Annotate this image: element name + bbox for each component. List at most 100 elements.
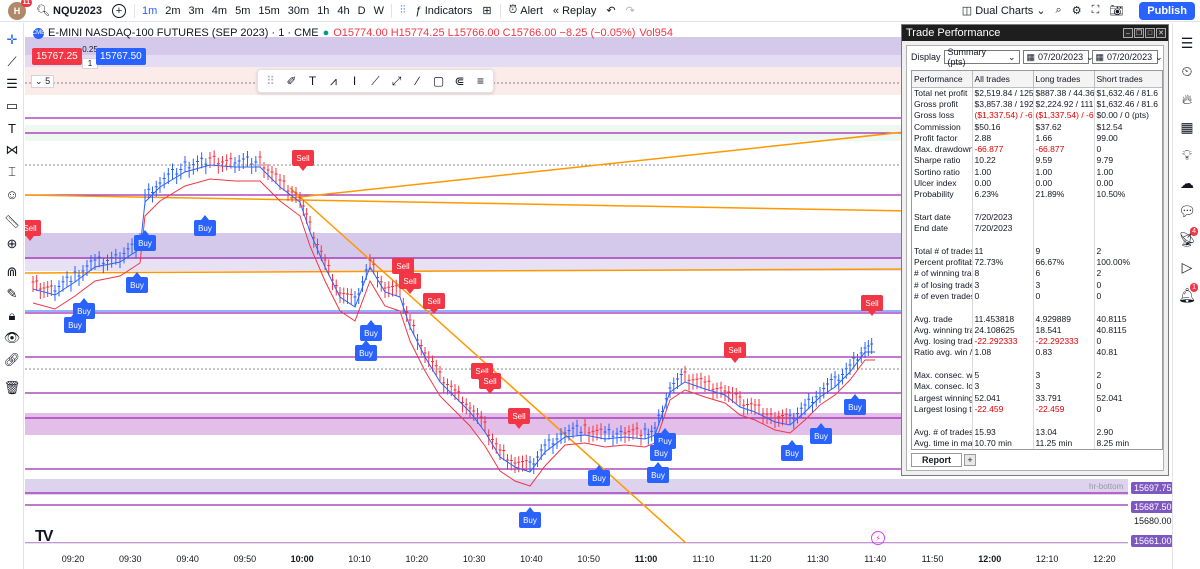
- sell-signal-marker[interactable]: Sell: [399, 273, 421, 294]
- tab-report[interactable]: Report: [911, 453, 962, 467]
- buy-price-button[interactable]: 15767.50: [96, 48, 146, 65]
- trade-performance-window[interactable]: Trade Performance – ❐ □ ✕ Display Summar…: [901, 24, 1169, 476]
- horizontal-lines-tool[interactable]: ☰: [0, 73, 24, 95]
- text-icon[interactable]: T: [304, 73, 321, 90]
- messages-icon[interactable]: 💬︎: [1173, 197, 1200, 225]
- crosshair-tool[interactable]: ✛: [0, 29, 24, 51]
- broadcast-icon[interactable]: 📡︎ 4: [1173, 225, 1200, 253]
- minimize-icon[interactable]: –: [1123, 28, 1133, 38]
- notifications-icon[interactable]: 🔔︎ 1: [1173, 281, 1200, 309]
- window-title-bar[interactable]: Trade Performance – ❐ □ ✕: [902, 25, 1168, 41]
- snapshot-button[interactable]: 📷︎: [1104, 0, 1128, 22]
- timeframe-2m[interactable]: 2m: [161, 0, 184, 22]
- dual-charts-button[interactable]: ◫ Dual Charts ⌄: [957, 0, 1051, 22]
- alerts-clock-icon[interactable]: ⏲︎: [1173, 57, 1200, 85]
- lightning-icon[interactable]: ⚡︎: [871, 531, 885, 545]
- buy-signal-marker[interactable]: Buy: [781, 440, 803, 461]
- account-avatar[interactable]: H 11: [0, 0, 32, 22]
- magnet-tool[interactable]: ⋒: [0, 261, 24, 283]
- close-icon[interactable]: ✕: [1156, 28, 1166, 38]
- symbol-name: NQU2023: [53, 4, 102, 17]
- column-header[interactable]: Long trades: [1033, 71, 1095, 88]
- drag-handle-icon[interactable]: ⠿: [262, 73, 279, 90]
- buy-signal-marker[interactable]: Buy: [126, 272, 148, 293]
- timeframe-W[interactable]: W: [370, 0, 388, 22]
- measure-tool[interactable]: ⌶: [0, 161, 24, 183]
- brush-icon[interactable]: ✐: [283, 73, 300, 90]
- timeframe-1m[interactable]: 1m: [138, 0, 161, 22]
- display-select[interactable]: Summary (pts) ⌄: [943, 47, 1020, 67]
- text-cursor-icon[interactable]: I: [346, 73, 363, 90]
- time-axis[interactable]: 09:20 09:30 09:40 09:50 10:00 10:10 10:20 10:30…: [25, 543, 1128, 569]
- segment-icon[interactable]: ∕: [409, 73, 426, 90]
- indicators-button[interactable]: ƒ Indicators: [411, 0, 478, 22]
- hotlist-icon[interactable]: 🔥︎: [1173, 85, 1200, 113]
- buy-signal-marker[interactable]: Buy: [647, 462, 669, 483]
- restore-icon[interactable]: ❐: [1134, 28, 1144, 38]
- hlines-icon[interactable]: ≡: [472, 73, 489, 90]
- zoom-in-tool[interactable]: ⊕: [0, 233, 24, 255]
- buy-signal-marker[interactable]: Buy: [360, 320, 382, 341]
- calendar-icon[interactable]: ▦: [1173, 113, 1200, 141]
- replay-button[interactable]: « Replay: [548, 0, 601, 22]
- buy-signal-marker[interactable]: Buy: [844, 394, 866, 415]
- lock-tool[interactable]: 🔒︎: [0, 305, 24, 327]
- undo-button[interactable]: ↶: [601, 0, 620, 22]
- quick-search-button[interactable]: ⌕: [1051, 0, 1067, 22]
- buy-signal-marker[interactable]: Buy: [588, 465, 610, 486]
- timeframe-15m[interactable]: 15m: [254, 0, 283, 22]
- streams-icon[interactable]: ▷: [1173, 253, 1200, 281]
- link-tool[interactable]: 🔗︎: [0, 349, 24, 371]
- text-tool[interactable]: T: [0, 117, 24, 139]
- column-header[interactable]: All trades: [972, 71, 1034, 88]
- layouts-button[interactable]: ⊞: [477, 0, 496, 22]
- lock-drawing-tool[interactable]: ✎: [0, 283, 24, 305]
- timeframe-5m[interactable]: 5m: [231, 0, 254, 22]
- timeframe-3m[interactable]: 3m: [185, 0, 208, 22]
- alert-button[interactable]: ⏰︎ Alert: [504, 0, 548, 22]
- column-header[interactable]: Performance: [912, 71, 973, 88]
- publish-button[interactable]: Publish: [1128, 0, 1200, 22]
- signal-label: Buy: [364, 329, 378, 338]
- polyline-icon[interactable]: ⩘: [325, 73, 342, 90]
- chart-type-button[interactable]: ⫶⫶: [395, 0, 411, 22]
- buy-signal-marker[interactable]: Buy: [194, 215, 216, 236]
- timeframe-4h[interactable]: 4h: [333, 0, 353, 22]
- add-tab-button[interactable]: +: [964, 454, 976, 466]
- channel-icon[interactable]: ⋐: [451, 73, 468, 90]
- performance-grid[interactable]: Performance All trades Long trades Short tr…: [911, 70, 1163, 450]
- fullscreen-button[interactable]: ⛶: [1087, 0, 1105, 22]
- legend-collapse-button[interactable]: ⌄ 5: [31, 75, 55, 88]
- settings-button[interactable]: ⚙︎: [1067, 0, 1087, 22]
- compare-add-button[interactable]: +: [107, 0, 131, 22]
- buy-signal-marker[interactable]: Buy: [355, 340, 377, 361]
- date-to-picker[interactable]: ▦ 07/20/2023 ⌄: [1091, 50, 1163, 64]
- sell-signal-marker[interactable]: Sell: [292, 150, 314, 171]
- timeframe-30m[interactable]: 30m: [284, 0, 313, 22]
- buy-signal-marker[interactable]: Buy: [519, 507, 541, 528]
- watchlist-icon[interactable]: ☰: [1173, 29, 1200, 57]
- trash-tool[interactable]: 🗑︎: [0, 377, 24, 399]
- timeframe-D[interactable]: D: [354, 0, 370, 22]
- date-from-picker[interactable]: ▦ 07/20/2023 ⌄: [1022, 50, 1094, 64]
- ideas-icon[interactable]: 💡︎: [1173, 141, 1200, 169]
- chat-icon[interactable]: ☁: [1173, 169, 1200, 197]
- sell-price-button[interactable]: 15767.25: [32, 48, 82, 65]
- sell-signal-marker[interactable]: Sell: [479, 373, 501, 394]
- ruler-tool[interactable]: 📏︎: [0, 211, 24, 233]
- redo-button[interactable]: ↷: [621, 0, 640, 22]
- maximize-icon[interactable]: □: [1145, 28, 1155, 38]
- symbol-search[interactable]: 🔍︎ NQU2023: [31, 0, 107, 22]
- box-icon[interactable]: ▢: [430, 73, 447, 90]
- line-icon[interactable]: ⟋: [367, 73, 384, 90]
- pattern-tool[interactable]: ⋈: [0, 139, 24, 161]
- timeframe-1h[interactable]: 1h: [313, 0, 333, 22]
- sell-signal-marker[interactable]: Sell: [724, 342, 746, 363]
- rectangle-tool[interactable]: ▭: [0, 95, 24, 117]
- column-header[interactable]: Short trades: [1094, 71, 1162, 88]
- timeframe-4m[interactable]: 4m: [208, 0, 231, 22]
- ray-icon[interactable]: ⤢: [388, 73, 405, 90]
- trend-line-tool[interactable]: ⟋: [0, 51, 24, 73]
- eye-tool[interactable]: 👁︎: [0, 327, 24, 349]
- emoji-tool[interactable]: ☺: [0, 183, 24, 205]
